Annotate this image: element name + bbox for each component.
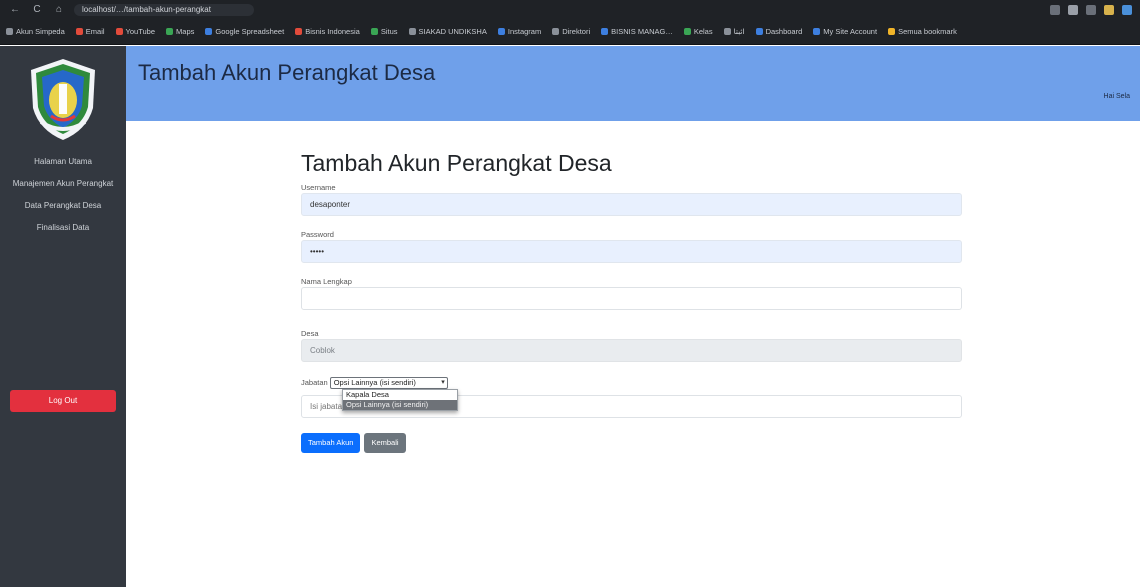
bookmark-icon	[755, 28, 763, 35]
regency-logo-icon	[31, 59, 95, 140]
bookmark-item[interactable]: Situs	[370, 27, 398, 36]
back-icon[interactable]: ←	[8, 4, 22, 15]
jabatan-label: Jabatan	[301, 378, 328, 387]
jabatan-select[interactable]: Opsi Lainnya (isi sendiri) ▾	[329, 376, 448, 389]
user-greeting-link[interactable]: Hai Sela	[1104, 93, 1130, 100]
add-account-form: Tambah Akun Perangkat Desa Username desa…	[301, 150, 962, 453]
bookmark-icon	[6, 28, 13, 35]
bookmark-icon	[723, 28, 731, 35]
bookmark-icon	[205, 28, 213, 35]
jabatan-dropdown: Kapala Desa Opsi Lainnya (isi sendiri)	[342, 389, 458, 411]
nama-lengkap-label: Nama Lengkap	[301, 277, 352, 286]
extension-icon[interactable]	[1104, 4, 1114, 15]
extension-icon[interactable]	[1068, 4, 1078, 15]
bookmark-item[interactable]: Akun Simpeda	[6, 27, 65, 36]
sidebar-item-manajemen-akun[interactable]: Manajemen Akun Perangkat	[0, 178, 126, 189]
bookmark-icon	[497, 28, 505, 35]
home-icon[interactable]: ⌂	[52, 4, 66, 15]
bookmark-item[interactable]: Maps	[166, 27, 194, 36]
bookmark-icon	[408, 28, 416, 35]
bookmark-item[interactable]: SIAKAD UNDIKSHA	[408, 27, 487, 36]
bookmark-icon	[813, 28, 821, 35]
sidebar-item-halaman-utama[interactable]: Halaman Utama	[0, 156, 126, 167]
password-label: Password	[301, 230, 334, 239]
page-header: Tambah Akun Perangkat Desa Hai Sela	[126, 46, 1140, 121]
bookmark-item[interactable]: Google Spreadsheet	[205, 27, 284, 36]
bookmark-icon	[370, 28, 378, 35]
browser-toolbar: ← C ⌂ localhost/…/tambah-akun-perangkat	[0, 0, 1140, 19]
extension-icon[interactable]	[1050, 4, 1060, 15]
jabatan-option-kapala-desa[interactable]: Kapala Desa	[343, 390, 457, 400]
jabatan-option-lainnya[interactable]: Opsi Lainnya (isi sendiri)	[343, 400, 457, 410]
bookmark-icon	[552, 28, 560, 35]
form-actions: Tambah Akun Kembali	[301, 433, 962, 453]
sidebar-item-finalisasi[interactable]: Finalisasi Data	[0, 222, 126, 233]
form-title: Tambah Akun Perangkat Desa	[301, 150, 612, 176]
sidebar: Halaman Utama Manajemen Akun Perangkat D…	[0, 46, 126, 587]
desa-label: Desa	[301, 329, 319, 338]
bookmark-item[interactable]: Bisnis Indonesia	[295, 27, 360, 36]
desa-input: Coblok	[301, 339, 962, 362]
bookmark-item[interactable]: YouTube	[115, 27, 155, 36]
nama-lengkap-input[interactable]	[301, 287, 962, 310]
bookmark-icon	[683, 28, 691, 35]
extension-icon[interactable]	[1086, 4, 1096, 15]
bookmark-icon	[75, 28, 83, 35]
password-input[interactable]: •••••	[301, 240, 962, 263]
bookmark-item[interactable]: Dashboard	[755, 27, 802, 36]
bookmark-item[interactable]: Kelas	[683, 27, 713, 36]
username-label: Username	[301, 183, 336, 192]
jabatan-selected-value: Opsi Lainnya (isi sendiri)	[333, 377, 416, 387]
chevron-down-icon: ▾	[441, 378, 445, 386]
page-title: Tambah Akun Perangkat Desa	[138, 60, 436, 85]
bookmark-item[interactable]: ائبتا	[723, 27, 745, 36]
profile-icon[interactable]	[1122, 4, 1132, 15]
bookmark-icon	[166, 28, 174, 35]
bookmark-icon	[601, 28, 609, 35]
bookmarks-bar: Akun Simpeda Email YouTube Maps Google S…	[0, 19, 1140, 45]
bookmark-item[interactable]: My Site Account	[813, 27, 877, 36]
sidebar-item-data-perangkat[interactable]: Data Perangkat Desa	[0, 200, 126, 211]
sidebar-nav: Halaman Utama Manajemen Akun Perangkat D…	[0, 156, 126, 244]
username-input[interactable]: desaponter	[301, 193, 962, 216]
bookmark-item[interactable]: BISNIS MANAG…	[601, 27, 673, 36]
jabatan-row: Jabatan Opsi Lainnya (isi sendiri) ▾ Kap…	[301, 376, 962, 411]
submit-button[interactable]: Tambah Akun	[301, 433, 361, 453]
bookmark-icon	[115, 28, 123, 35]
back-button[interactable]: Kembali	[364, 433, 406, 453]
reload-icon[interactable]: C	[30, 4, 44, 15]
bookmark-item[interactable]: Direktori	[552, 27, 590, 36]
bookmark-item[interactable]: Semua bookmark	[888, 27, 957, 36]
bookmark-item[interactable]: Email	[75, 27, 105, 36]
folder-icon	[888, 28, 896, 35]
logout-button[interactable]: Log Out	[10, 390, 116, 412]
address-bar[interactable]: localhost/…/tambah-akun-perangkat	[74, 3, 254, 16]
bookmark-icon	[295, 28, 303, 35]
bookmark-item[interactable]: Instagram	[497, 27, 541, 36]
